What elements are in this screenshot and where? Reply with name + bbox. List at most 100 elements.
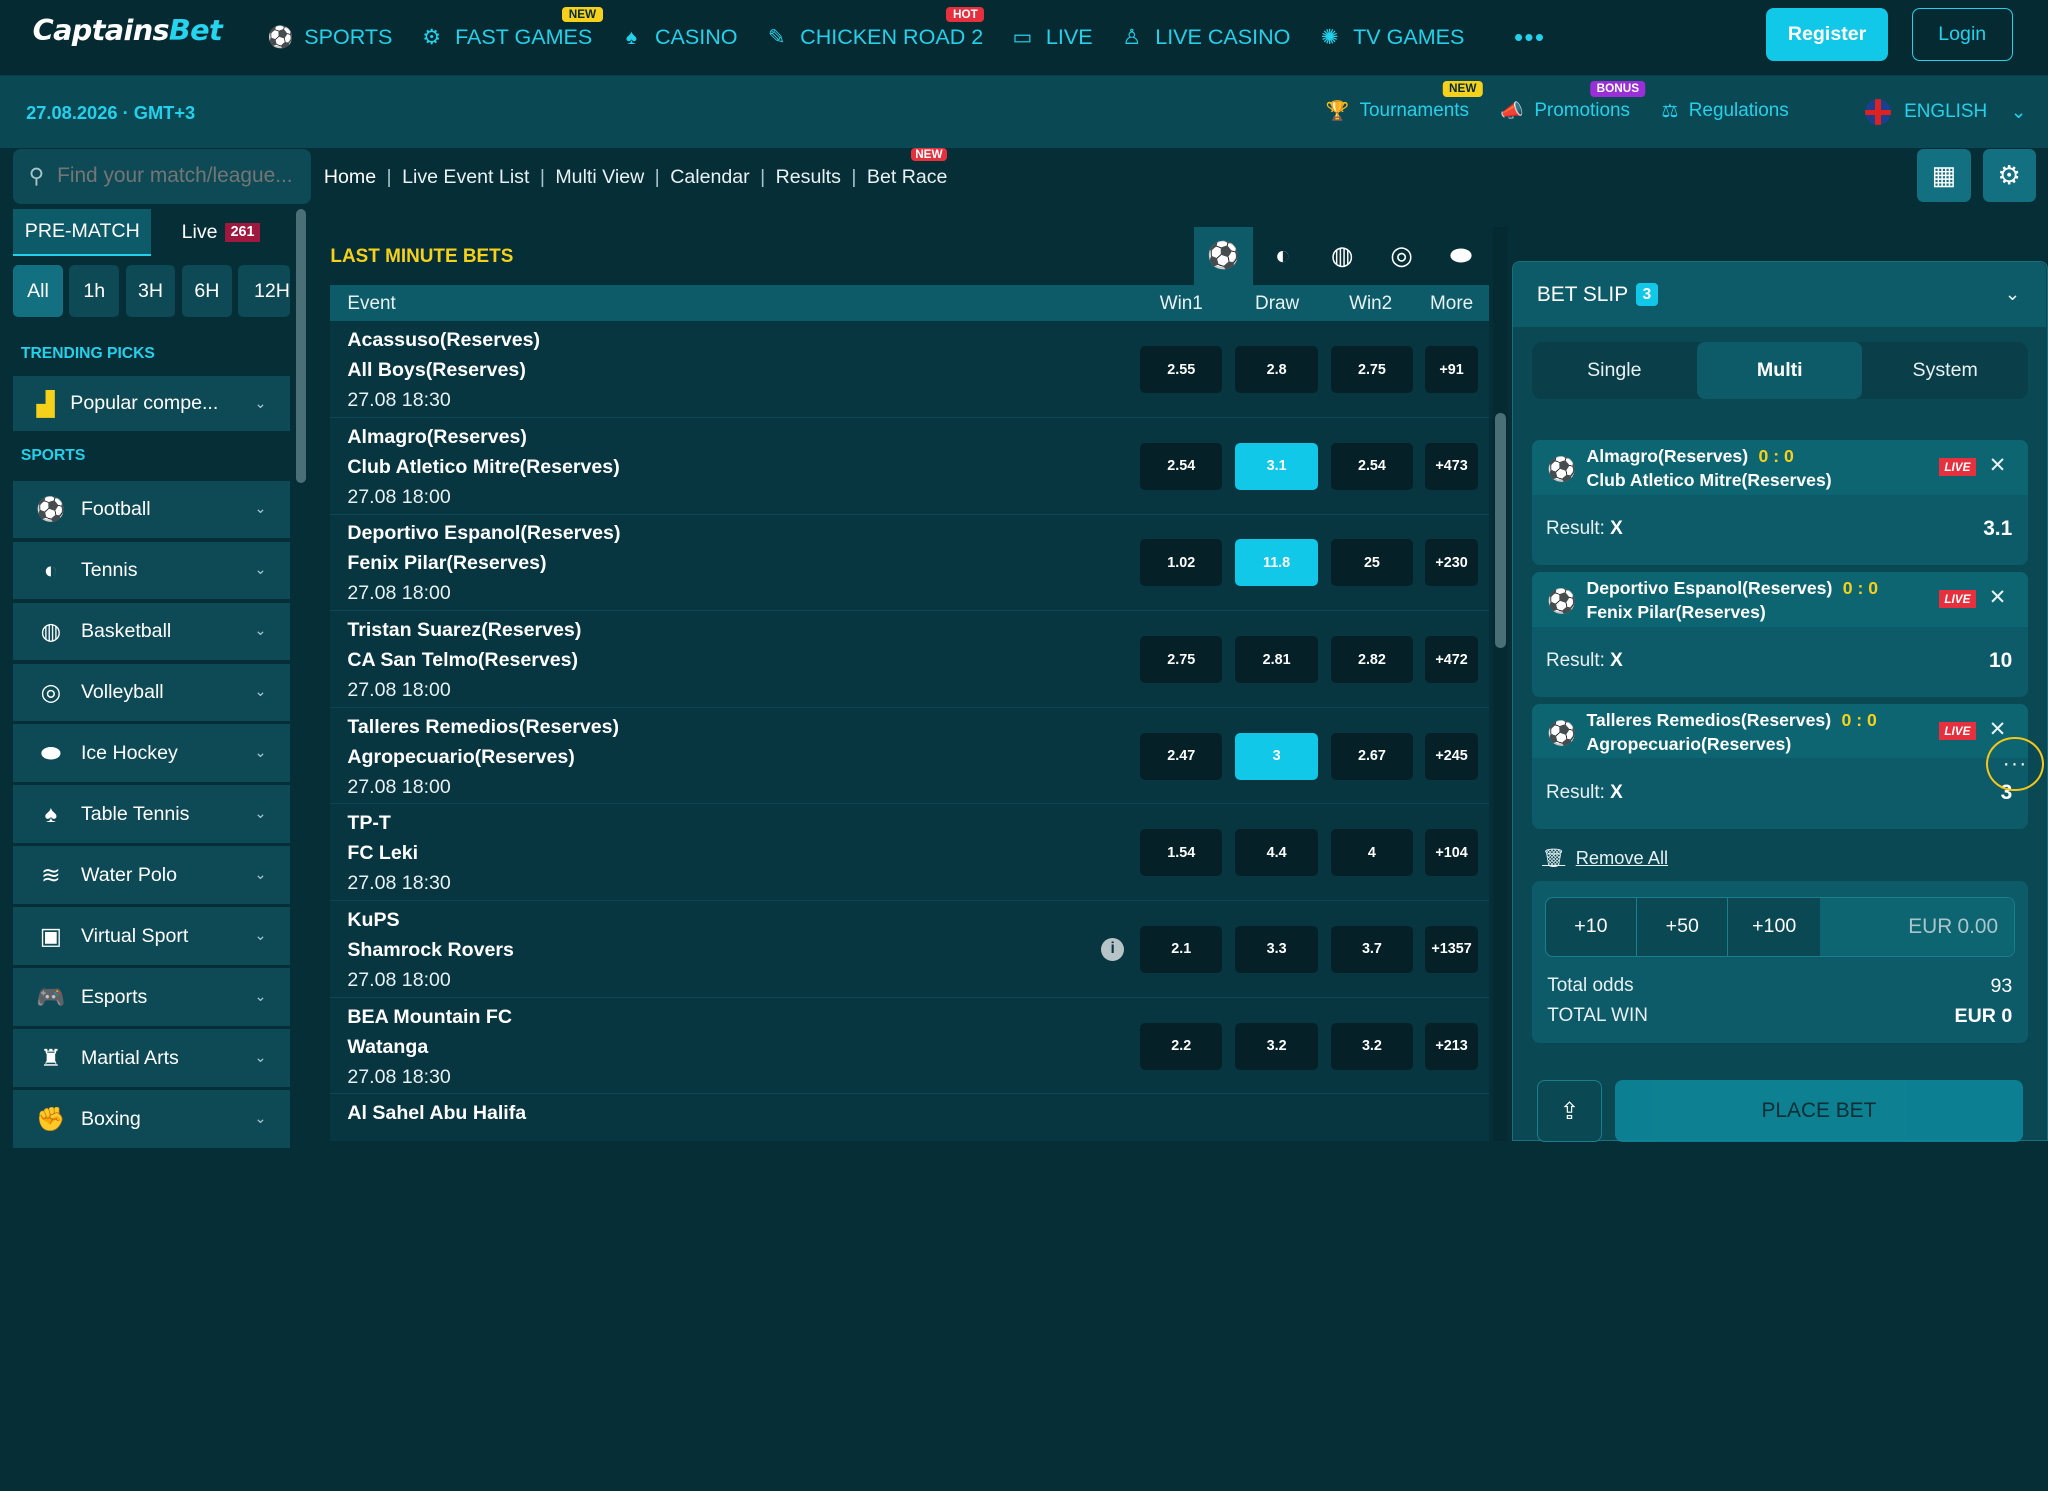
more-markets-button[interactable]: +91	[1424, 346, 1479, 394]
odd-win2-button[interactable]: 4	[1330, 829, 1414, 877]
odd-draw-button[interactable]: 4.4	[1235, 829, 1318, 877]
event-row[interactable]: Almagro(Reserves) Club Atletico Mitre(Res…	[330, 417, 1489, 515]
more-markets-button[interactable]: +473	[1424, 442, 1479, 490]
event-row[interactable]: Tristan Suarez(Reserves) CA San Telmo(Res…	[330, 611, 1489, 708]
tab-system[interactable]: System	[1862, 342, 2027, 399]
brand-logo[interactable]: CaptainsBet	[33, 13, 223, 47]
more-menu-icon[interactable]: •••	[1514, 22, 1545, 53]
odd-win1-button[interactable]: 2.47	[1140, 732, 1223, 780]
calculator-button[interactable]: ▦	[1917, 148, 1971, 203]
login-button[interactable]: Login	[1911, 7, 2013, 62]
language-selector[interactable]: ENGLISH ⌄	[1864, 99, 2027, 126]
time-filter-3h[interactable]: 3H	[125, 265, 176, 318]
crumb-live-event-list[interactable]: Live Event List	[402, 166, 529, 189]
odd-draw-button[interactable]: 3.3	[1235, 925, 1318, 973]
sidebar-item-martial-arts[interactable]: ♜ Martial Arts ⌄	[13, 1029, 290, 1087]
odd-win2-button[interactable]: 2.82	[1330, 636, 1414, 684]
close-icon[interactable]: ✕	[1989, 453, 2007, 478]
odd-draw-button[interactable]: 11.8	[1235, 539, 1318, 587]
crumb-home[interactable]: Home	[324, 166, 376, 189]
tab-football[interactable]: ⚽	[1193, 227, 1254, 285]
nav-sports[interactable]: ⚽ SPORTS	[268, 25, 393, 51]
tab-basketball[interactable]: ◍	[1312, 227, 1372, 285]
more-markets-button[interactable]: +472	[1424, 636, 1479, 684]
remove-all-button[interactable]: 🗑 Remove All	[1542, 847, 1668, 869]
crumb-multi-view[interactable]: Multi View	[555, 166, 644, 189]
odd-win1-button[interactable]: 1.02	[1140, 539, 1223, 587]
odd-win1-button[interactable]: 2.54	[1140, 442, 1223, 490]
bet-slip-header[interactable]: BET SLIP 3 ⌄	[1513, 262, 2047, 328]
event-row[interactable]: KuPS Shamrock Rovers 27.08 18:00 2.1 3.3 3.7 +…	[330, 901, 1489, 998]
promotions-link[interactable]: 📣 Promotions BONUS	[1500, 80, 1646, 123]
crumb-calendar[interactable]: Calendar	[670, 166, 749, 189]
event-row[interactable]: Acassuso(Reserves) All Boys(Reserves) 27.0…	[330, 321, 1489, 418]
stake-input[interactable]: EUR 0.00	[1819, 897, 2014, 956]
more-markets-button[interactable]: +1357	[1424, 925, 1479, 973]
sidebar-item-virtual-sport[interactable]: ▣ Virtual Sport ⌄	[13, 907, 290, 965]
odd-draw-button[interactable]: 3.2	[1235, 1022, 1318, 1070]
more-markets-button[interactable]: +104	[1424, 829, 1479, 877]
nav-chicken-road[interactable]: ✎ CHICKEN ROAD 2 HOT	[764, 6, 985, 51]
time-filter-6h[interactable]: 6H	[181, 265, 232, 318]
more-markets-button[interactable]: +245	[1424, 732, 1479, 780]
tab-live[interactable]: Live 261	[151, 209, 289, 256]
event-row[interactable]: Talleres Remedios(Reserves) Agropecuario(…	[330, 707, 1489, 805]
popular-competitions-dropdown[interactable]: ▟ Popular compe... ⌄	[13, 376, 290, 431]
tab-single[interactable]: Single	[1532, 342, 1697, 399]
odd-win2-button[interactable]: 2.75	[1330, 346, 1414, 394]
time-filter-1h[interactable]: 1h	[69, 265, 120, 318]
odd-win2-button[interactable]: 2.67	[1330, 732, 1414, 780]
sidebar-item-tennis[interactable]: ◐ Tennis ⌄	[13, 541, 290, 600]
time-filter-12h[interactable]: 12H	[238, 265, 290, 318]
search-input[interactable]	[57, 164, 299, 189]
odd-win2-button[interactable]: 2.54	[1330, 442, 1414, 490]
sidebar-item-football[interactable]: ⚽ Football ⌄	[13, 480, 290, 539]
info-icon[interactable]: i	[1100, 937, 1125, 962]
odd-draw-button[interactable]: 3.1	[1235, 442, 1318, 490]
close-icon[interactable]: ✕	[1989, 585, 2007, 610]
more-options-icon[interactable]: ···	[1986, 736, 2044, 792]
crumb-results[interactable]: Results	[776, 166, 841, 189]
tab-multi[interactable]: Multi	[1697, 341, 1863, 400]
nav-live-casino[interactable]: ♙ LIVE CASINO	[1119, 25, 1290, 51]
odd-win2-button[interactable]: 25	[1330, 539, 1414, 587]
odd-win1-button[interactable]: 2.2	[1140, 1022, 1223, 1070]
chevron-double-down-icon[interactable]: ⌄	[2005, 283, 2020, 305]
sidebar-scrollbar[interactable]	[296, 208, 306, 484]
regulations-link[interactable]: ⚖ Regulations	[1661, 100, 1788, 123]
odd-win1-button[interactable]: 2.75	[1140, 636, 1223, 684]
odd-win1-button[interactable]: 1.54	[1140, 829, 1223, 877]
search-box[interactable]: ⚲	[13, 148, 311, 204]
sidebar-item-volleyball[interactable]: ◎ Volleyball ⌄	[13, 663, 290, 721]
odd-draw-button[interactable]: 3	[1235, 732, 1318, 780]
event-row[interactable]: BEA Mountain FC Watanga 27.08 18:30 2.2 3.2 3…	[330, 997, 1489, 1095]
tab-tennis[interactable]: ◐	[1253, 227, 1313, 285]
settings-button[interactable]: ⚙	[1982, 148, 2037, 203]
place-bet-button[interactable]: PLACE BET	[1615, 1079, 2023, 1143]
sidebar-item-basketball[interactable]: ◍ Basketball ⌄	[13, 602, 290, 660]
quick-stake-100[interactable]: +100	[1728, 898, 1819, 956]
odd-draw-button[interactable]: 2.81	[1235, 636, 1318, 684]
more-markets-button[interactable]: +230	[1424, 539, 1479, 587]
sidebar-item-boxing[interactable]: ✊ Boxing ⌄	[13, 1090, 290, 1148]
nav-fast-games[interactable]: ⚙ FAST GAMES NEW	[419, 6, 603, 51]
tournaments-link[interactable]: 🏆 Tournaments NEW	[1326, 80, 1483, 123]
events-scrollbar[interactable]	[1495, 412, 1506, 648]
nav-tv-games[interactable]: ✺ TV GAMES	[1317, 25, 1465, 51]
sidebar-item-table-tennis[interactable]: ♠ Table Tennis ⌄	[13, 785, 290, 843]
nav-casino[interactable]: ♠ CASINO	[618, 25, 738, 51]
sidebar-item-water-polo[interactable]: ≋ Water Polo ⌄	[13, 846, 290, 904]
quick-stake-50[interactable]: +50	[1637, 897, 1729, 956]
share-button[interactable]: ⇪	[1536, 1079, 1603, 1143]
time-filter-all[interactable]: All	[13, 265, 63, 318]
more-markets-button[interactable]: +213	[1424, 1022, 1479, 1070]
event-row[interactable]: Al Sahel Abu Halifa	[330, 1094, 1489, 1142]
crumb-bet-race[interactable]: Bet Race NEW	[867, 147, 947, 189]
odd-win1-button[interactable]: 2.55	[1140, 346, 1223, 394]
event-row[interactable]: TP-T FC Leki 27.08 18:30 1.54 4.4 4 +104	[330, 804, 1489, 902]
tab-volleyball[interactable]: ◎	[1371, 227, 1432, 285]
register-button[interactable]: Register	[1765, 7, 1889, 62]
event-row[interactable]: Deportivo Espanol(Reserves) Fenix Pilar(R…	[330, 514, 1489, 612]
odd-draw-button[interactable]: 2.8	[1235, 346, 1318, 394]
quick-stake-10[interactable]: +10	[1546, 897, 1638, 956]
